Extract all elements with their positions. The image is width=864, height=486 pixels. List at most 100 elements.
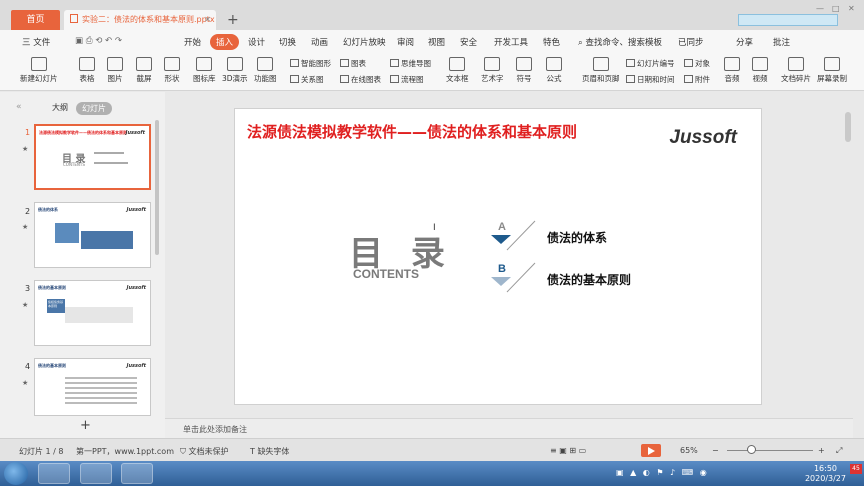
chart-button[interactable]: 图表 [340, 58, 366, 69]
screen-record-button[interactable]: 屏幕录制 [817, 57, 847, 84]
shape-button[interactable]: 形状 [164, 57, 180, 84]
missing-font-status[interactable]: T 缺失字体 [250, 446, 289, 457]
wps-presentation-taskbar-icon[interactable] [121, 463, 153, 484]
table-label: 表格 [79, 74, 95, 83]
object-icon [684, 59, 693, 67]
collapse-panel-icon[interactable]: « [16, 102, 22, 112]
slide-thumbnail-2[interactable]: 债法的体系 Jussoft [34, 202, 151, 268]
maximize-icon[interactable]: □ [832, 4, 842, 13]
doc-fragment-button[interactable]: 文档碎片 [781, 57, 811, 84]
menu-slideshow[interactable]: 幻灯片放映 [343, 36, 386, 48]
symbol-button[interactable]: 符号 [516, 57, 532, 84]
zoom-slider[interactable] [727, 450, 813, 451]
file-explorer-taskbar-icon[interactable] [38, 463, 70, 484]
zoom-slider-handle[interactable] [747, 445, 756, 454]
header-footer-button[interactable]: 页眉和页脚 [582, 57, 620, 84]
object-button[interactable]: 对象 [684, 58, 710, 69]
theme-name[interactable]: 第一PPT，www.1ppt.com [76, 446, 174, 457]
fit-window-icon[interactable]: ⤢ [836, 446, 842, 456]
chrome-taskbar-icon[interactable] [80, 463, 112, 484]
date-time-button[interactable]: 日期和时间 [626, 74, 675, 85]
menu-transition[interactable]: 切换 [279, 36, 296, 48]
slide-canvas[interactable]: 法源债法模拟教学软件——债法的体系和基本原则 Jussoft 目 录 CONTE… [234, 108, 762, 405]
menu-security[interactable]: 安全 [460, 36, 477, 48]
search-command[interactable]: ⌕ 查找命令、搜索模板 [578, 36, 662, 48]
menu-start[interactable]: 开始 [184, 36, 201, 48]
menu-developer[interactable]: 开发工具 [494, 36, 528, 48]
slide-number-button[interactable]: 幻灯片编号 [626, 58, 675, 69]
toc-item-1[interactable]: 债法的体系 [547, 229, 607, 246]
slide-thumbnail-4[interactable]: 债法的基本原则 Jussoft [34, 358, 151, 416]
slide-panel: « 大纲 幻灯片 1 ★ 法源债法模拟教学软件——债法的体系和基本原则 Juss… [0, 92, 165, 438]
tab-home[interactable]: 首页 [11, 10, 60, 30]
add-slide-button[interactable]: + [80, 418, 91, 433]
attachment-button[interactable]: 附件 [684, 74, 710, 85]
tab-outline[interactable]: 大纲 [52, 102, 68, 115]
menu-review[interactable]: 审阅 [397, 36, 414, 48]
flow-chart-label: 流程图 [401, 75, 424, 84]
online-chart-button[interactable]: 在线图表 [340, 74, 381, 85]
flow-chart-button[interactable]: 流程图 [390, 74, 424, 85]
toc-item-2[interactable]: 债法的基本原则 [547, 271, 631, 288]
status-bar: 幻灯片 1 / 8 第一PPT，www.1ppt.com ⛉ 文档未保护 T 缺… [0, 438, 864, 461]
new-slide-button[interactable]: 新建幻灯片 [20, 57, 58, 84]
table-button[interactable]: 表格 [79, 57, 95, 84]
date-time-icon [626, 75, 635, 83]
panel-scrollbar[interactable] [155, 120, 159, 255]
zoom-level[interactable]: 65% [680, 446, 698, 455]
video-button[interactable]: 视频 [752, 57, 768, 84]
mind-map-button[interactable]: 思维导图 [390, 58, 431, 69]
close-tab-icon[interactable]: ✕ [204, 10, 211, 30]
new-tab-button[interactable]: + [227, 12, 239, 28]
formula-button[interactable]: 公式 [546, 57, 562, 84]
sync-status[interactable]: 已同步 [678, 36, 704, 48]
menu-animation[interactable]: 动画 [311, 36, 328, 48]
relation-button[interactable]: 关系图 [290, 74, 324, 85]
menu-view[interactable]: 视图 [428, 36, 445, 48]
slide-title[interactable]: 法源债法模拟教学软件——债法的体系和基本原则 [247, 121, 577, 142]
shape-icon [164, 57, 180, 71]
notes-pane[interactable]: 单击此处添加备注 [165, 418, 853, 438]
demo3d-button[interactable]: 3D演示 [222, 57, 248, 84]
function-chart-button[interactable]: 功能图 [254, 57, 277, 84]
picture-button[interactable]: 图片 [107, 57, 123, 84]
thumb-number: 4 [25, 362, 31, 371]
icon-library-button[interactable]: 图标库 [193, 57, 216, 84]
close-icon[interactable]: ✕ [848, 4, 858, 13]
doc-fragment-icon [788, 57, 804, 71]
share-button[interactable]: 分享 [736, 36, 753, 48]
slide-thumbnail-1[interactable]: 法源债法模拟教学软件——债法的体系和基本原则 Jussoft 目 录 CONTE… [34, 124, 151, 190]
minimize-icon[interactable]: — [816, 4, 826, 13]
screenshot-button[interactable]: 截屏 [136, 57, 152, 84]
menu-special[interactable]: 特色 [543, 36, 560, 48]
font-icon: T [250, 447, 255, 456]
start-button[interactable] [4, 462, 28, 485]
zoom-out-icon[interactable]: − [712, 446, 719, 455]
tab-slides[interactable]: 幻灯片 [76, 102, 112, 115]
marker-a-letter: A [498, 221, 506, 233]
floating-toolbar[interactable] [738, 14, 838, 26]
text-box-button[interactable]: 文本框 [446, 57, 469, 84]
slide-thumbnail-3[interactable]: 债法的基本原则 Jussoft 债权债务基本原则 [34, 280, 151, 346]
quick-access-icons[interactable]: ▣ ⎙ ⟲ ↶ ↷ [75, 36, 122, 46]
notes-placeholder: 单击此处添加备注 [183, 425, 247, 434]
smart-art-button[interactable]: 智能图形 [290, 58, 331, 69]
art-text-button[interactable]: 艺术字 [481, 57, 504, 84]
play-slideshow-button[interactable] [641, 444, 661, 457]
zoom-in-icon[interactable]: + [818, 446, 825, 455]
system-tray-icons[interactable]: ▣ ▲ ◐ ⚑ ♪ ⌨ ◉ [616, 468, 709, 477]
tab-document[interactable]: 实验二：债法的体系和基本原则.pptx ✕ [64, 10, 216, 30]
view-mode-icons[interactable]: ≡ ▣ ⊞ ▭ [550, 446, 586, 455]
toc-subtitle[interactable]: CONTENTS [353, 267, 419, 281]
notification-badge[interactable]: 45 [850, 464, 862, 474]
audio-button[interactable]: 音频 [724, 57, 740, 84]
icon-library-label: 图标库 [193, 74, 216, 83]
protect-status[interactable]: ⛉ 文档未保护 [180, 446, 229, 457]
clock[interactable]: 16:50 2020/3/27 [805, 464, 846, 484]
menu-design[interactable]: 设计 [248, 36, 265, 48]
menu-insert[interactable]: 插入 [210, 34, 240, 50]
stage-scrollbar[interactable] [845, 112, 851, 142]
comment-button[interactable]: 批注 [773, 36, 790, 48]
file-menu[interactable]: 三 文件 [22, 36, 50, 48]
formula-label: 公式 [546, 74, 562, 83]
